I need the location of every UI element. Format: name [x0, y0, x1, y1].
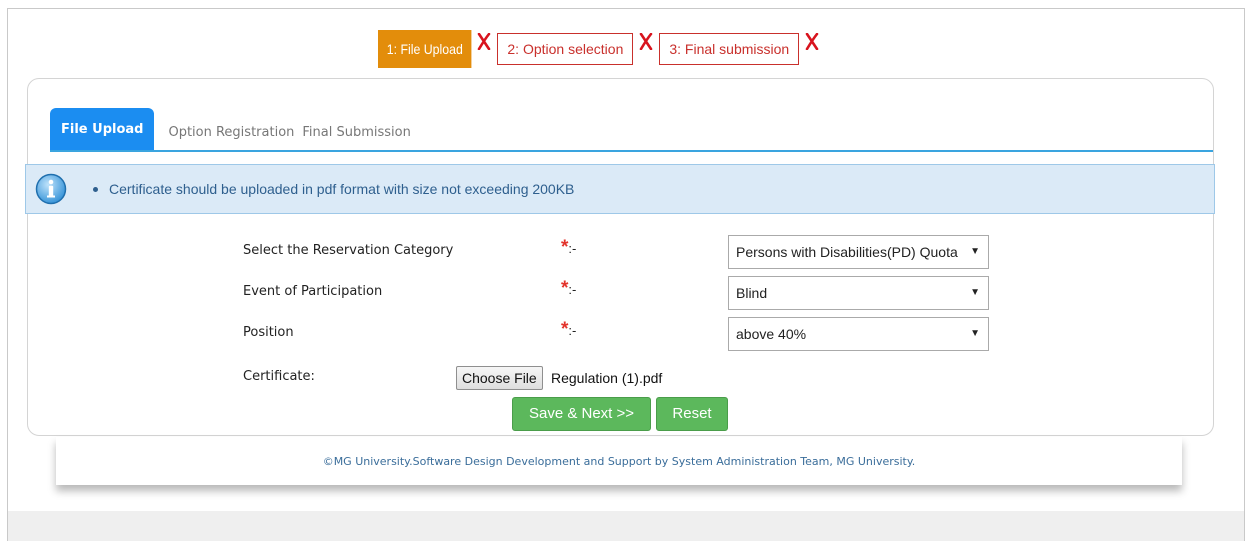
tab-final-submission[interactable]: Final Submission: [298, 114, 414, 152]
event-select[interactable]: Blind ▼: [728, 276, 989, 310]
info-banner: Certificate should be uploaded in pdf fo…: [25, 164, 1215, 214]
save-next-button[interactable]: Save & Next >>: [512, 397, 651, 431]
info-text: Certificate should be uploaded in pdf fo…: [109, 181, 575, 197]
choose-file-button[interactable]: Choose File: [456, 366, 543, 390]
position-label: Position: [243, 325, 294, 340]
certificate-row: Certificate: Choose File Regulation (1).…: [28, 361, 1213, 395]
required-marker: *:-: [561, 319, 577, 340]
dropdown-arrow-icon: ▼: [970, 328, 980, 339]
info-item: Certificate should be uploaded in pdf fo…: [93, 181, 574, 197]
bullet: [93, 186, 98, 192]
step-file-upload: 1: File Upload: [378, 30, 472, 68]
form-card: File Upload Option Registration Final Su…: [25, 78, 1215, 436]
tab-file-upload[interactable]: File Upload: [50, 108, 155, 152]
step-option-selection: 2: Option selection: [497, 33, 634, 65]
tab-underline: [50, 150, 1213, 152]
info-icon: [35, 173, 67, 205]
position-select[interactable]: above 40% ▼: [728, 317, 989, 351]
tab-bar: File Upload Option Registration Final Su…: [50, 106, 1213, 152]
position-row: Position *:- above 40% ▼: [28, 317, 1213, 351]
step-indicator: 1: File Upload 2: Option selection 3: Fi…: [378, 30, 825, 68]
cross-icon: [471, 30, 497, 68]
selected-file-name: Regulation (1).pdf: [551, 370, 663, 386]
required-marker: *:-: [561, 237, 577, 258]
certificate-label: Certificate:: [243, 369, 315, 384]
cross-icon: [633, 30, 659, 68]
footer-text: ©MG University.Software Design Developme…: [322, 454, 916, 468]
required-marker: *:-: [561, 278, 577, 299]
tab-option-registration[interactable]: Option Registration: [164, 114, 298, 152]
event-label: Event of Participation: [243, 284, 383, 299]
reset-button[interactable]: Reset: [656, 397, 728, 431]
reservation-select[interactable]: Persons with Disabilities(PD) Quota ▼: [728, 235, 989, 269]
dropdown-arrow-icon: ▼: [970, 287, 980, 298]
step-final-submission: 3: Final submission: [659, 33, 800, 65]
dropdown-arrow-icon: ▼: [970, 246, 980, 257]
footer: ©MG University.Software Design Developme…: [56, 437, 1182, 485]
reservation-row: Select the Reservation Category *:- Pers…: [28, 235, 1213, 269]
bottom-band: [8, 511, 1244, 541]
cross-icon: [799, 30, 825, 68]
event-row: Event of Participation *:- Blind ▼: [28, 276, 1213, 310]
reservation-label: Select the Reservation Category: [243, 243, 454, 258]
